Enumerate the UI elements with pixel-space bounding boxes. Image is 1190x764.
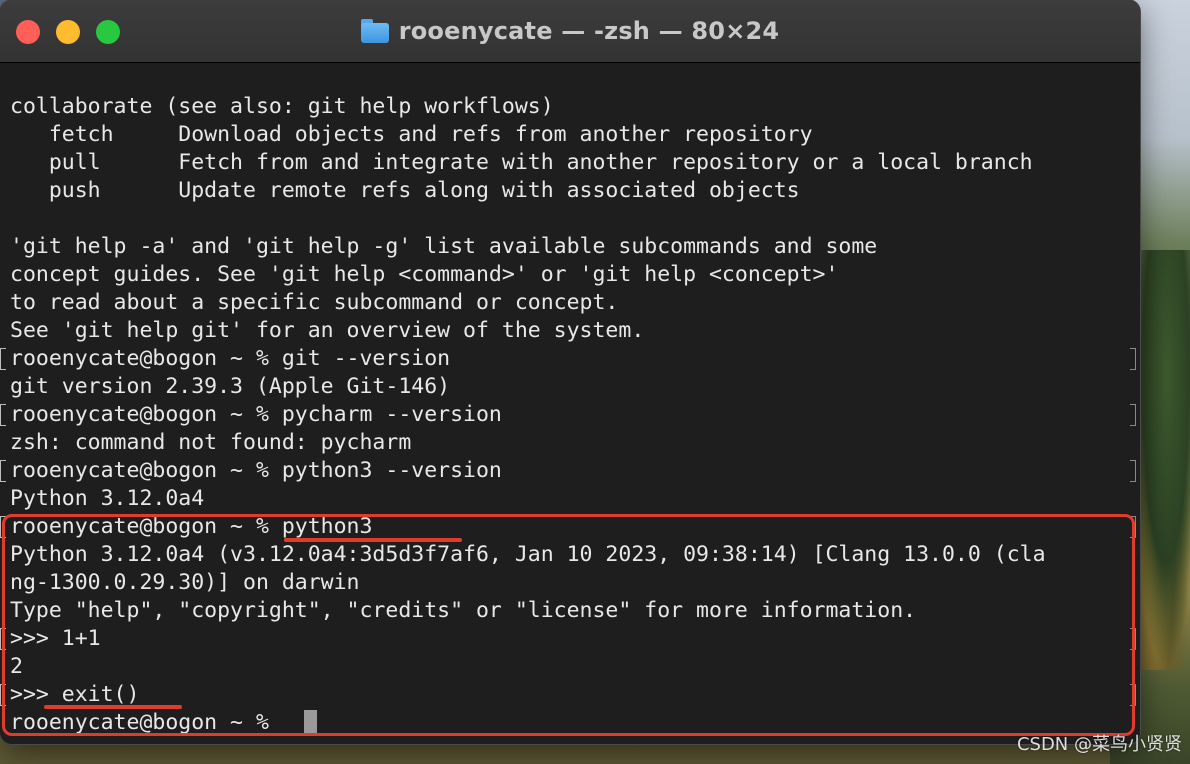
annotation-underline-exit xyxy=(44,705,182,709)
prompt-mark-left xyxy=(0,628,6,650)
terminal-line: Type "help", "copyright", "credits" or "… xyxy=(10,598,917,623)
prompt-line: rooenycate@bogon ~ % python3 --version xyxy=(10,458,502,483)
prompt-mark-left xyxy=(0,404,6,426)
terminal-line: Python 3.12.0a4 xyxy=(10,486,205,511)
prompt-line: rooenycate@bogon ~ % pycharm --version xyxy=(10,402,502,427)
terminal-line: ng-1300.0.29.30)] on darwin xyxy=(10,570,360,595)
current-prompt-line[interactable]: rooenycate@bogon ~ % xyxy=(10,709,282,737)
prompt-mark-left xyxy=(0,460,6,482)
repl-line: >>> 1+1 xyxy=(10,626,101,651)
prompt-mark-right xyxy=(1130,516,1136,538)
terminal-line: concept guides. See 'git help <command>'… xyxy=(10,262,839,287)
prompt-mark-right xyxy=(1130,404,1136,426)
terminal-line: zsh: command not found: pycharm xyxy=(10,430,412,455)
terminal-line: to read about a specific subcommand or c… xyxy=(10,290,619,315)
annotation-underline-python3 xyxy=(284,538,462,542)
terminal-line: pull Fetch from and integrate with anoth… xyxy=(10,150,1033,175)
prompt-mark-left xyxy=(0,516,6,538)
terminal-output[interactable]: collaborate (see also: git help workflow… xyxy=(0,63,1140,744)
watermark: CSDN @菜鸟小贤贤 xyxy=(1016,734,1182,755)
terminal-line: 'git help -a' and 'git help -g' list ava… xyxy=(10,234,878,259)
prompt-line: rooenycate@bogon ~ % python3 xyxy=(10,514,373,539)
prompt-mark-right xyxy=(1130,348,1136,370)
prompt-mark-right xyxy=(1130,684,1136,706)
folder-icon xyxy=(360,19,389,43)
text-cursor xyxy=(304,710,317,736)
prompt-mark-right xyxy=(1130,460,1136,482)
terminal-line: See 'git help git' for an overview of th… xyxy=(10,318,645,343)
prompt-line: rooenycate@bogon ~ % git --version xyxy=(10,346,451,371)
terminal-window: rooenycate — -zsh — 80×24 collaborate (s… xyxy=(0,0,1140,744)
terminal-line: git version 2.39.3 (Apple Git-146) xyxy=(10,374,451,399)
prompt-mark-left xyxy=(0,684,6,706)
prompt-mark-left xyxy=(0,348,6,370)
terminal-line: Python 3.12.0a4 (v3.12.0a4:3d5d3f7af6, J… xyxy=(10,542,1046,567)
title-bar[interactable]: rooenycate — -zsh — 80×24 xyxy=(0,0,1140,63)
prompt-mark-right xyxy=(1130,628,1136,650)
window-title-group: rooenycate — -zsh — 80×24 xyxy=(0,0,1140,62)
terminal-line: collaborate (see also: git help workflow… xyxy=(10,94,554,119)
terminal-line: 2 xyxy=(10,654,23,679)
terminal-line: fetch Download objects and refs from ano… xyxy=(10,122,813,147)
window-title: rooenycate — -zsh — 80×24 xyxy=(398,17,780,45)
terminal-line: push Update remote refs along with assoc… xyxy=(10,178,800,203)
